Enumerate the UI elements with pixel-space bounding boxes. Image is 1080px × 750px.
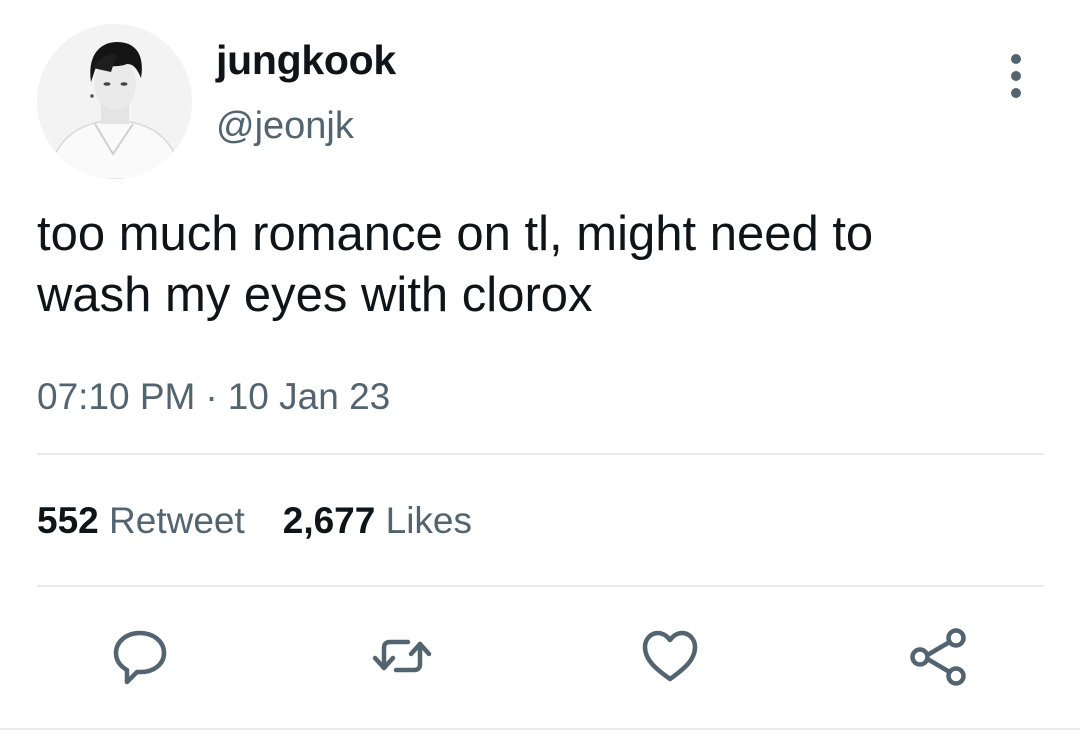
tweet-date: 10 Jan 23 (227, 376, 391, 417)
tweet-stats: 552 Retweet 2,677 Likes (37, 498, 472, 544)
avatar[interactable] (37, 24, 192, 179)
author-display-name[interactable]: jungkook (216, 36, 396, 84)
tweet-time: 07:10 PM (37, 376, 196, 417)
more-vertical-icon (1011, 54, 1021, 98)
likes-label: Likes (385, 500, 473, 541)
author-info: jungkook @jeonjk (216, 36, 396, 148)
tweet-detail: jungkook @jeonjk too much romance on tl,… (0, 0, 1080, 750)
likes-stat[interactable]: 2,677 Likes (283, 498, 472, 544)
avatar-photo (37, 24, 192, 179)
share-icon (910, 628, 966, 686)
retweet-icon (372, 639, 432, 673)
meta-separator: · (205, 376, 218, 417)
like-button[interactable] (638, 624, 702, 688)
author-handle[interactable]: @jeonjk (216, 104, 396, 148)
tweet-text: too much romance on tl, might need to wa… (37, 207, 874, 322)
tweet-timestamp[interactable]: 07:10 PM · 10 Jan 23 (37, 374, 390, 420)
retweet-button[interactable] (370, 624, 434, 688)
divider (37, 453, 1044, 455)
likes-count: 2,677 (282, 500, 376, 541)
divider (37, 585, 1044, 587)
more-options-button[interactable] (996, 50, 1036, 102)
heart-icon (642, 630, 698, 682)
reply-button[interactable] (108, 624, 172, 688)
share-button[interactable] (906, 624, 970, 688)
reply-icon (113, 630, 167, 685)
retweet-stat[interactable]: 552 Retweet (37, 498, 245, 544)
bottom-divider (0, 728, 1080, 730)
retweet-count: 552 (37, 500, 99, 541)
retweet-label: Retweet (109, 500, 245, 541)
